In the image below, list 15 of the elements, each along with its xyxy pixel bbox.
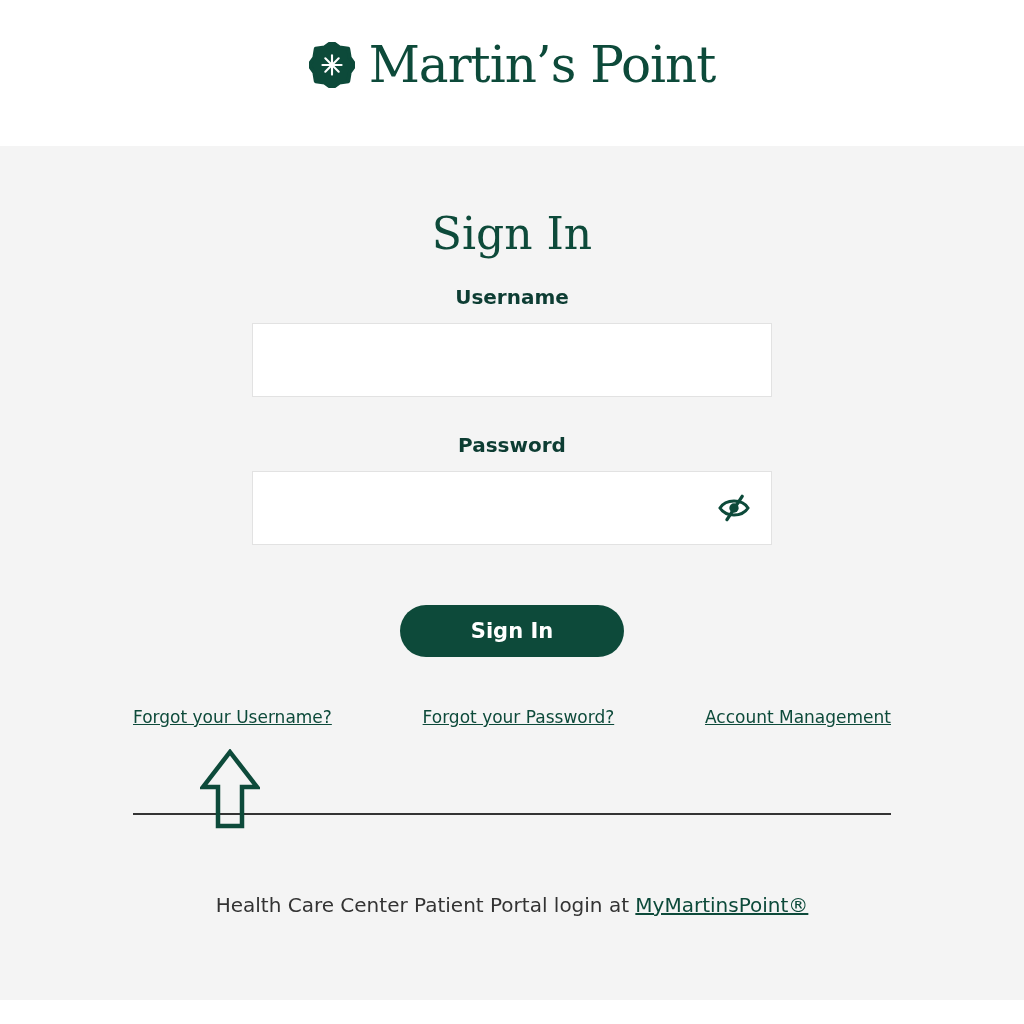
sign-in-button[interactable]: Sign In [400,605,624,657]
page-title: Sign In [431,208,593,259]
portal-note: Health Care Center Patient Portal login at MyMartinsPoint® [215,893,809,917]
logo-icon [308,42,355,88]
help-link[interactable]: Account Management [704,707,891,727]
field-label: Username [455,285,569,309]
portal-link[interactable]: MyMartinsPoint® [635,893,809,917]
help-link[interactable]: Forgot your Password? [422,707,615,727]
logo-text: Martin’s Point [368,36,716,94]
help-link[interactable]: Forgot your Username? [133,707,332,727]
password-field[interactable] [252,471,772,545]
up-arrow-icon [200,749,260,829]
username-field[interactable] [252,323,772,397]
hide-password-icon[interactable] [717,494,751,522]
field-label: Password [458,433,566,457]
